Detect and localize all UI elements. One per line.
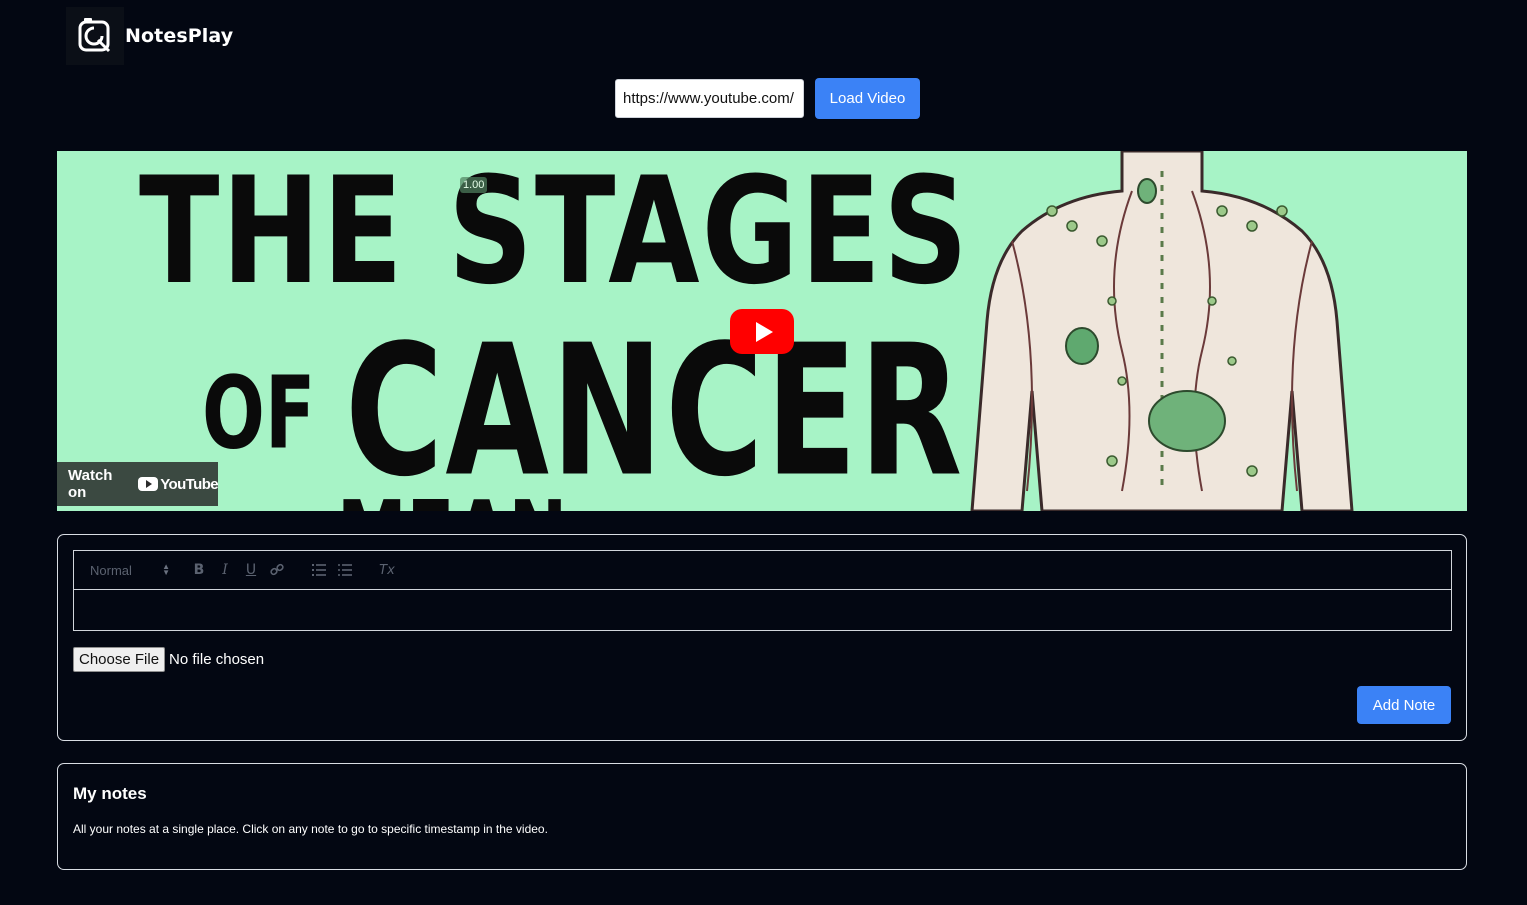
load-video-button[interactable]: Load Video	[815, 78, 920, 119]
file-status-text: No file chosen	[169, 651, 265, 668]
bold-icon[interactable]: B	[186, 558, 212, 582]
editor-text-area[interactable]	[74, 590, 1451, 630]
anatomy-illustration	[970, 151, 1354, 511]
video-player[interactable]: THE STAGES OF CANCER MEAN 1.00 Watch on …	[57, 151, 1467, 511]
watch-on-youtube-link[interactable]: Watch on YouTube	[57, 462, 219, 506]
note-editor-card: Normal ▲ ▼ B I U Tx Choose File No file …	[57, 534, 1467, 741]
ordered-list-glyph	[312, 564, 326, 576]
app-title: NotesPlay	[125, 25, 234, 47]
link-icon[interactable]	[264, 558, 290, 582]
my-notes-card: My notes All your notes at a single plac…	[57, 763, 1467, 870]
clear-format-icon[interactable]: Tx	[374, 558, 400, 582]
play-button[interactable]	[730, 309, 794, 354]
select-arrows-icon: ▲ ▼	[162, 562, 170, 577]
bullet-list-icon[interactable]	[332, 558, 358, 582]
video-url-input[interactable]	[615, 79, 804, 118]
link-glyph	[270, 563, 284, 576]
youtube-wordmark: YouTube	[160, 475, 218, 493]
thumbnail-title-line-4: MEAN	[337, 489, 567, 511]
url-bar: Load Video	[615, 78, 920, 119]
youtube-logo: YouTube	[138, 475, 219, 493]
ordered-list-icon[interactable]	[306, 558, 332, 582]
watch-on-label: Watch on	[68, 467, 113, 501]
thumbnail-title-line-3: CANCER	[345, 306, 965, 511]
camera-edit-logo-icon	[78, 18, 111, 53]
app-header: NotesPlay	[66, 7, 233, 65]
thumbnail-title-line-1: THE STAGES	[139, 151, 971, 317]
notes-description: All your notes at a single place. Click …	[73, 822, 548, 836]
notes-title: My notes	[73, 784, 147, 803]
add-note-button[interactable]: Add Note	[1357, 686, 1451, 724]
choose-file-button[interactable]: Choose File	[73, 647, 166, 672]
format-select[interactable]: Normal ▲ ▼	[90, 563, 170, 578]
speed-badge: 1.00	[460, 177, 488, 193]
file-upload: Choose File No file chosen	[73, 647, 264, 672]
underline-icon[interactable]: U	[238, 558, 264, 582]
editor-toolbar: Normal ▲ ▼ B I U Tx	[74, 551, 1451, 590]
thumbnail-title-line-2: OF	[202, 355, 316, 472]
bullet-list-glyph	[338, 564, 352, 576]
youtube-play-icon	[138, 477, 159, 491]
italic-icon[interactable]: I	[212, 558, 238, 582]
rich-text-editor: Normal ▲ ▼ B I U Tx	[73, 550, 1452, 631]
format-select-value: Normal	[90, 562, 132, 578]
app-logo[interactable]	[66, 7, 124, 65]
